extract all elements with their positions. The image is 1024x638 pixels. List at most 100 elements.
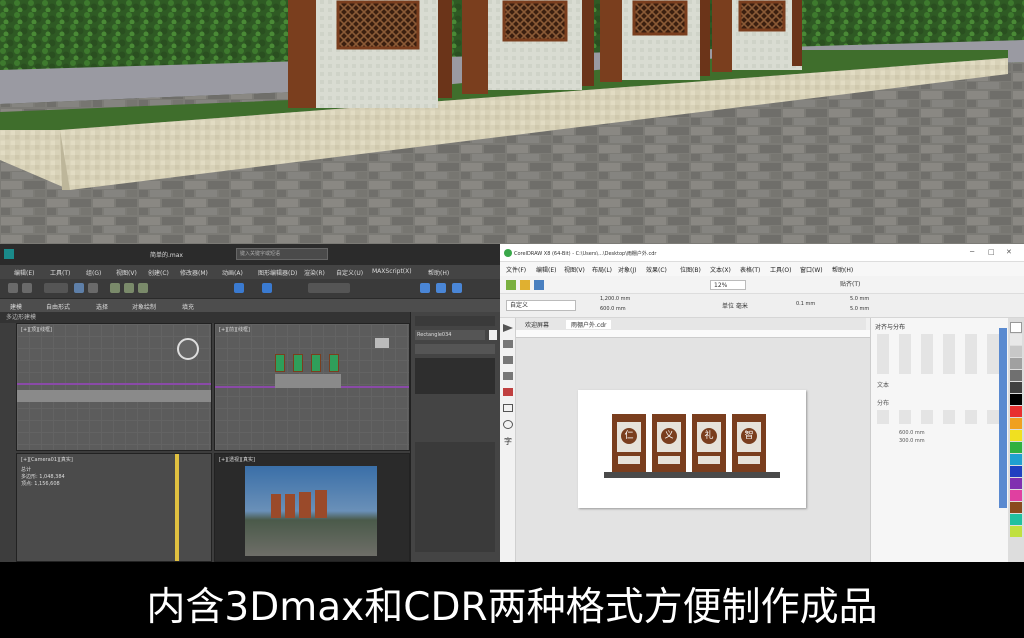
- snap-toggle-icon[interactable]: [234, 283, 244, 293]
- viewcube-icon[interactable]: [375, 338, 389, 348]
- swatch[interactable]: [1010, 514, 1022, 525]
- cdr-menu-item[interactable]: 视图(V): [564, 265, 585, 274]
- swatch[interactable]: [1010, 466, 1022, 477]
- max-menu-item[interactable]: 自定义(U): [336, 268, 363, 277]
- duplicate-x-field[interactable]: 5.0 mm: [850, 296, 869, 302]
- max-menu-item[interactable]: MAXScript(X): [372, 268, 412, 275]
- swatch[interactable]: [1010, 382, 1022, 393]
- page-width-field[interactable]: 1,200.0 mm: [600, 296, 630, 302]
- command-panel-tabs[interactable]: [415, 316, 495, 326]
- align-buttons[interactable]: [877, 334, 1003, 374]
- viewcube-icon[interactable]: [177, 338, 199, 360]
- select-object-icon[interactable]: [74, 283, 84, 293]
- cdr-menu-item[interactable]: 工具(O): [770, 265, 791, 274]
- redo-icon[interactable]: [22, 283, 32, 293]
- docker-value-2[interactable]: 300.0 mm: [899, 438, 925, 444]
- tab-welcome[interactable]: 欢迎屏幕: [520, 320, 554, 329]
- maximize-icon[interactable]: □: [988, 248, 995, 256]
- cdr-menu-item[interactable]: 文本(X): [710, 265, 731, 274]
- move-icon[interactable]: [110, 283, 120, 293]
- pick-tool-icon[interactable]: [503, 324, 513, 332]
- ribbon-tab[interactable]: 建模: [10, 302, 22, 311]
- crop-tool-icon[interactable]: [503, 356, 513, 364]
- swatch[interactable]: [1010, 490, 1022, 501]
- max-menu-item[interactable]: 视图(V): [116, 268, 137, 277]
- swatch[interactable]: [1010, 430, 1022, 441]
- angle-snap-icon[interactable]: [262, 283, 272, 293]
- cdr-menu-item[interactable]: 窗口(W): [800, 265, 823, 274]
- modifier-list-dropdown[interactable]: [415, 344, 495, 354]
- duplicate-y-field[interactable]: 5.0 mm: [850, 306, 869, 312]
- named-selection-dropdown[interactable]: [308, 283, 350, 293]
- page-preset-dropdown[interactable]: 自定义: [506, 300, 576, 311]
- ribbon-tab[interactable]: 对象绘制: [132, 302, 156, 311]
- swatch[interactable]: [1010, 346, 1022, 357]
- cdr-canvas[interactable]: 仁 义 礼 智: [516, 330, 870, 562]
- selection-filter-dropdown[interactable]: [44, 283, 68, 293]
- ellipse-tool-icon[interactable]: [503, 420, 513, 429]
- max-menu-item[interactable]: 动画(A): [222, 268, 243, 277]
- max-menu-item[interactable]: 创建(C): [148, 268, 169, 277]
- new-document-icon[interactable]: [506, 280, 516, 290]
- swatch[interactable]: [1010, 358, 1022, 369]
- open-icon[interactable]: [520, 280, 530, 290]
- scale-icon[interactable]: [138, 283, 148, 293]
- cdr-menu-item[interactable]: 文件(F): [506, 265, 526, 274]
- object-name-field[interactable]: Rectangle034: [415, 330, 485, 340]
- ribbon-tab[interactable]: 自由形式: [46, 302, 70, 311]
- cdr-menu-item[interactable]: 表格(T): [740, 265, 760, 274]
- zoom-tool-icon[interactable]: [503, 372, 513, 380]
- object-color-swatch[interactable]: [489, 330, 497, 340]
- swatch[interactable]: [1010, 478, 1022, 489]
- swatch[interactable]: [1010, 454, 1022, 465]
- swatch[interactable]: [1010, 322, 1022, 333]
- ribbon-tab[interactable]: 选择: [96, 302, 108, 311]
- viewport-perspective[interactable]: [+][透视][真实]: [214, 453, 410, 562]
- units-dropdown[interactable]: 单位 毫米: [722, 301, 748, 310]
- docker-side-tab[interactable]: [999, 328, 1007, 508]
- swatch[interactable]: [1010, 502, 1022, 513]
- minimize-icon[interactable]: ─: [970, 248, 974, 256]
- docker-value-1[interactable]: 600.0 mm: [899, 430, 925, 436]
- cdr-menu-item[interactable]: 布局(L): [592, 265, 612, 274]
- select-region-icon[interactable]: [88, 283, 98, 293]
- shape-tool-icon[interactable]: [503, 340, 513, 348]
- swatch[interactable]: [1010, 418, 1022, 429]
- swatch[interactable]: [1010, 394, 1022, 405]
- max-menu-item[interactable]: 工具(T): [50, 268, 70, 277]
- cdr-menu-item[interactable]: 效果(C): [646, 265, 667, 274]
- freehand-tool-icon[interactable]: [503, 388, 513, 396]
- ribbon-tab[interactable]: 填充: [182, 302, 194, 311]
- swatch[interactable]: [1010, 370, 1022, 381]
- nudge-field[interactable]: 0.1 mm: [796, 301, 815, 307]
- swatch[interactable]: [1010, 406, 1022, 417]
- rotate-icon[interactable]: [124, 283, 134, 293]
- viewport-top[interactable]: [+][顶][线框]: [16, 323, 212, 451]
- text-tool-icon[interactable]: 字: [504, 436, 512, 447]
- snap-to-dropdown[interactable]: 贴齐(T): [840, 280, 876, 290]
- tab-document[interactable]: 雨棚户外.cdr: [566, 320, 612, 329]
- cdr-menu-item[interactable]: 对象(J): [618, 265, 636, 274]
- max-menu-item[interactable]: 图形编辑器(D): [258, 268, 297, 277]
- swatch[interactable]: [1010, 334, 1022, 345]
- cdr-menu-item[interactable]: 帮助(H): [832, 265, 853, 274]
- max-menu-item[interactable]: 渲染(R): [304, 268, 325, 277]
- viewport-camera[interactable]: [+][Camera01][真实] 总计 多边形: 1,048,384 顶点: …: [16, 453, 212, 562]
- rectangle-tool-icon[interactable]: [503, 404, 513, 412]
- max-menu-item[interactable]: 组(G): [86, 268, 101, 277]
- zoom-level-field[interactable]: 12%: [710, 280, 746, 290]
- max-menu-item[interactable]: 编辑(E): [14, 268, 34, 277]
- max-search-input[interactable]: 键入关键字或短语: [236, 248, 328, 260]
- undo-icon[interactable]: [8, 283, 18, 293]
- max-menu-item[interactable]: 帮助(H): [428, 268, 449, 277]
- viewport-front[interactable]: [+][前][线框]: [214, 323, 410, 451]
- save-icon[interactable]: [534, 280, 544, 290]
- close-icon[interactable]: ✕: [1006, 248, 1012, 256]
- cdr-menu-item[interactable]: 位图(B): [680, 265, 701, 274]
- swatch[interactable]: [1010, 526, 1022, 537]
- distribute-buttons[interactable]: [877, 410, 1003, 424]
- render-icon[interactable]: [452, 283, 462, 293]
- render-frame-icon[interactable]: [436, 283, 446, 293]
- render-setup-icon[interactable]: [420, 283, 430, 293]
- page-height-field[interactable]: 600.0 mm: [600, 306, 626, 312]
